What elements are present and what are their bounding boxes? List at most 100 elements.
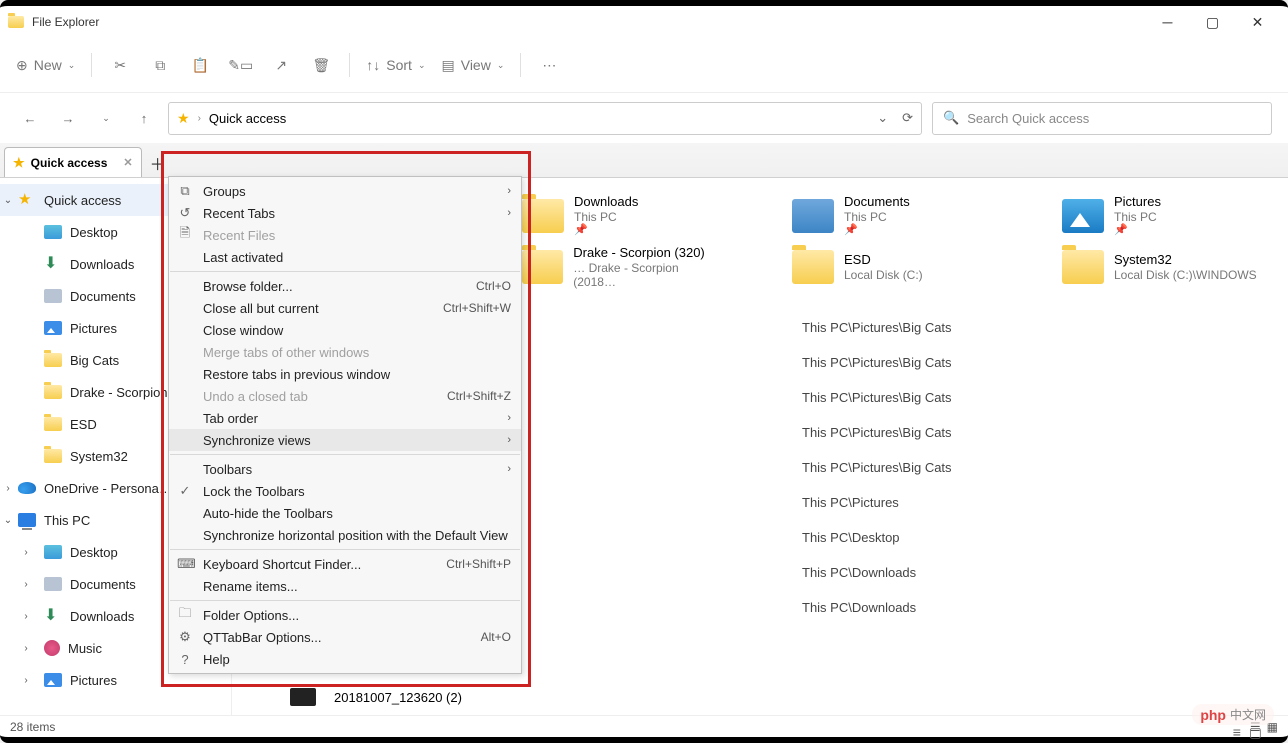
pin-icon: 📌 bbox=[844, 224, 910, 237]
submenu-chevron-icon: › bbox=[507, 434, 511, 446]
menu-item[interactable]: Last activated bbox=[169, 246, 521, 268]
recent-path[interactable]: This PC\Downloads bbox=[802, 555, 1278, 590]
tile-sub: Local Disk (C:) bbox=[844, 268, 923, 282]
menu-separator bbox=[170, 454, 520, 455]
new-button[interactable]: ⊕ New ⌄ bbox=[10, 47, 81, 83]
up-button[interactable]: ↑ bbox=[130, 104, 158, 132]
command-toolbar: ⊕ New ⌄ ✂ ⧉ 📋 ✎▭ ↗ 🗑 ↑↓ Sort ⌄ ▤ View ⌄ … bbox=[0, 38, 1288, 93]
menu-item[interactable]: ⧉Groups› bbox=[169, 180, 521, 202]
recent-path[interactable]: This PC\Pictures\Big Cats bbox=[802, 450, 1278, 485]
history-dropdown[interactable]: ⌄ bbox=[92, 104, 120, 132]
menu-item-label: Close window bbox=[203, 323, 283, 338]
tile-sub: This PC bbox=[574, 210, 638, 224]
copy-button[interactable]: ⧉ bbox=[142, 47, 178, 83]
share-button[interactable]: ↗ bbox=[263, 47, 299, 83]
recent-path[interactable]: This PC\Pictures bbox=[802, 485, 1278, 520]
menu-item-icon: ✓ bbox=[177, 483, 193, 499]
more-button[interactable]: ⋯ bbox=[531, 47, 567, 83]
downarrow-icon: ⬇ bbox=[44, 257, 62, 271]
menu-item[interactable]: ↺Recent Tabs› bbox=[169, 202, 521, 224]
recent-path[interactable]: This PC\Pictures\Big Cats bbox=[802, 345, 1278, 380]
menu-item[interactable]: Close all but currentCtrl+Shift+W bbox=[169, 297, 521, 319]
view-button[interactable]: ▤ View ⌄ bbox=[436, 47, 511, 83]
tab-quick-access[interactable]: ★ Quick access ✕ bbox=[4, 147, 142, 177]
menu-separator bbox=[170, 271, 520, 272]
scissors-icon: ✂ bbox=[114, 57, 126, 74]
copy-icon: ⧉ bbox=[155, 57, 165, 74]
menu-item-label: Recent Files bbox=[203, 228, 275, 243]
address-dropdown-icon[interactable]: ⌄ bbox=[877, 110, 888, 126]
sidebar-item-label: System32 bbox=[70, 449, 128, 464]
folder-tile[interactable]: DownloadsThis PC📌 bbox=[522, 194, 722, 237]
sidebar-item-label: Music bbox=[68, 641, 102, 656]
list-item-label[interactable]: 20181007_123620 (2) bbox=[334, 690, 462, 705]
address-bar[interactable]: ★ › Quick access ⌄ ⟳ bbox=[168, 102, 922, 135]
highlight-annotation: ⧉Groups›↺Recent Tabs›🗎Recent FilesLast a… bbox=[161, 151, 531, 687]
menu-item-label: Folder Options... bbox=[203, 608, 299, 623]
tab-close-icon[interactable]: ✕ bbox=[123, 156, 132, 169]
menu-item-label: Toolbars bbox=[203, 462, 252, 477]
folder-tile[interactable]: System32Local Disk (C:)\WINDOWS bbox=[1062, 245, 1262, 289]
recent-path[interactable]: This PC\Downloads bbox=[802, 590, 1278, 625]
back-button[interactable]: ← bbox=[16, 104, 44, 132]
menu-item[interactable]: ✓Lock the Toolbars bbox=[169, 480, 521, 502]
delete-button[interactable]: 🗑 bbox=[303, 47, 339, 83]
menu-item: 🗎Recent Files bbox=[169, 224, 521, 246]
menu-item[interactable]: ?Help bbox=[169, 648, 521, 670]
menu-item[interactable]: Tab order› bbox=[169, 407, 521, 429]
sort-button[interactable]: ↑↓ Sort ⌄ bbox=[360, 47, 431, 83]
context-menu[interactable]: ⧉Groups›↺Recent Tabs›🗎Recent FilesLast a… bbox=[168, 176, 522, 674]
clipboard-icon: 📋 bbox=[192, 57, 209, 74]
menu-item[interactable]: Synchronize horizontal position with the… bbox=[169, 524, 521, 546]
search-input[interactable]: 🔍 Search Quick access bbox=[932, 102, 1272, 135]
menu-item[interactable]: Close window bbox=[169, 319, 521, 341]
menu-item-label: Help bbox=[203, 652, 230, 667]
pin-icon: 📌 bbox=[1114, 224, 1161, 237]
share-icon: ↗ bbox=[275, 57, 287, 74]
status-bar: 28 items ☰ ▦ bbox=[0, 715, 1288, 737]
menu-item[interactable]: Browse folder...Ctrl+O bbox=[169, 275, 521, 297]
recent-path[interactable]: This PC\Pictures\Big Cats bbox=[802, 415, 1278, 450]
paste-button[interactable]: 📋 bbox=[182, 47, 218, 83]
menu-item[interactable]: Restore tabs in previous window bbox=[169, 363, 521, 385]
close-button[interactable]: ✕ bbox=[1235, 7, 1280, 37]
sidebar-item-label: Documents bbox=[70, 289, 136, 304]
menu-item-icon: ⧉ bbox=[177, 183, 193, 199]
tile-sub: This PC bbox=[844, 210, 910, 224]
menu-shortcut: Alt+O bbox=[481, 630, 511, 644]
folder-tile[interactable]: Drake - Scorpion (320)… Drake - Scorpion… bbox=[522, 245, 722, 289]
forward-button[interactable]: → bbox=[54, 104, 82, 132]
folder-tile[interactable]: PicturesThis PC📌 bbox=[1062, 194, 1262, 237]
cut-button[interactable]: ✂ bbox=[102, 47, 138, 83]
menu-item-icon: ⌨ bbox=[177, 556, 193, 572]
recent-path[interactable]: This PC\Pictures\Big Cats bbox=[802, 380, 1278, 415]
menu-item-label: Restore tabs in previous window bbox=[203, 367, 390, 382]
menu-item[interactable]: Auto-hide the Toolbars bbox=[169, 502, 521, 524]
star-icon: ★ bbox=[18, 193, 36, 207]
rename-button[interactable]: ✎▭ bbox=[222, 47, 259, 83]
menu-item[interactable]: Rename items... bbox=[169, 575, 521, 597]
chevron-down-icon: ⌄ bbox=[497, 60, 505, 71]
app-folder-icon bbox=[8, 16, 24, 28]
folder-tile[interactable]: ESDLocal Disk (C:) bbox=[792, 245, 992, 289]
chevron-icon: › bbox=[20, 579, 32, 590]
pic-icon bbox=[1062, 199, 1104, 233]
menu-item[interactable]: ⌨Keyboard Shortcut Finder...Ctrl+Shift+P bbox=[169, 553, 521, 575]
menu-item[interactable]: ⚙QTTabBar Options...Alt+O bbox=[169, 626, 521, 648]
menu-item[interactable]: 🗀Folder Options... bbox=[169, 604, 521, 626]
minimize-button[interactable]: ─ bbox=[1145, 7, 1190, 37]
titlebar: File Explorer ─ ▢ ✕ bbox=[0, 6, 1288, 38]
folder-tile[interactable]: DocumentsThis PC📌 bbox=[792, 194, 992, 237]
star-icon: ★ bbox=[13, 155, 25, 171]
ellipsis-icon: ⋯ bbox=[542, 57, 556, 74]
navigation-bar: ← → ⌄ ↑ ★ › Quick access ⌄ ⟳ 🔍 Search Qu… bbox=[0, 93, 1288, 143]
recent-path[interactable]: This PC\Desktop bbox=[802, 520, 1278, 555]
menu-item[interactable]: Toolbars› bbox=[169, 458, 521, 480]
recent-path[interactable]: This PC\Pictures\Big Cats bbox=[802, 310, 1278, 345]
menu-item[interactable]: Synchronize views› bbox=[169, 429, 521, 451]
sidebar-item-label: This PC bbox=[44, 513, 90, 528]
refresh-icon[interactable]: ⟳ bbox=[902, 110, 913, 126]
maximize-button[interactable]: ▢ bbox=[1190, 7, 1235, 37]
star-icon: ★ bbox=[177, 110, 190, 127]
tile-sub: … Drake - Scorpion (2018… bbox=[573, 261, 722, 290]
